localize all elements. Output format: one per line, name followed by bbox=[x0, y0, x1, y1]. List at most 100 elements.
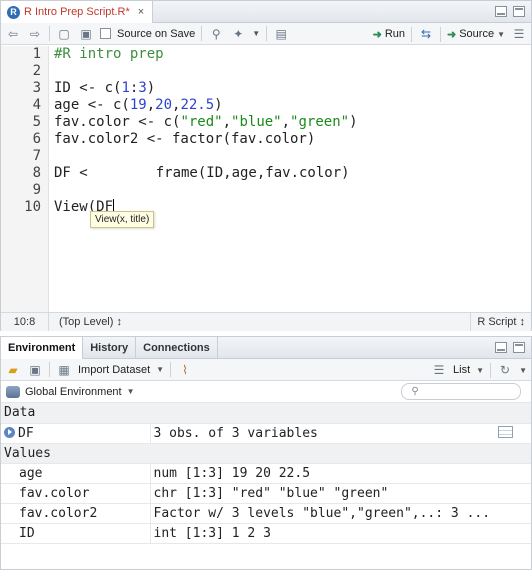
code-token: , bbox=[222, 114, 232, 130]
minimize-pane-icon[interactable] bbox=[495, 6, 507, 17]
table-row[interactable]: ID int [1:3] 1 2 3 bbox=[1, 523, 531, 544]
editor-tabbar: R R Intro Prep Script.R* × bbox=[1, 1, 531, 23]
line-number: 8 bbox=[32, 165, 41, 181]
list-view-icon: ☰ bbox=[433, 363, 445, 377]
section-header-data: Data bbox=[1, 403, 531, 424]
code-token: frame(ID,age,fav.color) bbox=[155, 165, 350, 181]
environment-toolbar-right: ☰ List ▼ ↻ ▼ bbox=[431, 362, 527, 378]
save-icon[interactable]: ▣ bbox=[78, 26, 94, 42]
code-line: 6 fav.color2 <- factor(fav.color) bbox=[1, 131, 531, 148]
code-text: fav.color2 <- factor(fav.color) bbox=[54, 131, 316, 147]
chevron-down-icon[interactable]: ▼ bbox=[476, 366, 484, 375]
back-arrow-icon[interactable]: ⇦ bbox=[5, 26, 21, 42]
run-button[interactable]: ➜ Run bbox=[373, 28, 405, 41]
chevron-down-icon[interactable]: ▼ bbox=[497, 30, 505, 39]
code-text: ID <- c(1:3) bbox=[54, 80, 155, 97]
refresh-icon[interactable]: ↻ bbox=[497, 362, 513, 378]
line-number: 6 bbox=[32, 131, 41, 147]
table-row[interactable]: fav.color chr [1:3] "red" "blue" "green" bbox=[1, 483, 531, 504]
rerun-icon[interactable]: ⇆ bbox=[418, 26, 434, 42]
run-arrow-icon: ➜ bbox=[372, 28, 382, 41]
save-icon[interactable]: ▣ bbox=[27, 362, 43, 378]
chevron-down-icon[interactable]: ▼ bbox=[127, 387, 135, 396]
toolbar-divider bbox=[49, 26, 50, 41]
run-label: Run bbox=[384, 28, 405, 40]
maximize-pane-icon[interactable] bbox=[513, 6, 525, 17]
code-lines: 1 #R intro prep 2 3 ID <- c(1:3) 4 age <- c… bbox=[1, 46, 531, 216]
view-mode-selector[interactable]: List bbox=[453, 364, 470, 376]
editor-statusbar: 10:8 (Top Level) ↕ R Script ↕ bbox=[1, 312, 531, 331]
environment-scope-selector[interactable]: Global Environment bbox=[25, 386, 122, 398]
document-outline-icon[interactable]: ☰ bbox=[511, 26, 527, 42]
tab-connections[interactable]: Connections bbox=[136, 337, 218, 359]
chevron-down-icon[interactable]: ▼ bbox=[156, 365, 164, 374]
table-row[interactable]: fav.color2 Factor w/ 3 levels "blue","gr… bbox=[1, 503, 531, 524]
chevron-down-icon[interactable]: ▼ bbox=[519, 366, 527, 375]
expand-arrow-icon[interactable] bbox=[4, 426, 15, 438]
variable-value: 3 obs. of 3 variables bbox=[153, 425, 318, 441]
source-on-save-label: Source on Save bbox=[117, 27, 196, 40]
toolbar-divider bbox=[440, 26, 441, 42]
compile-report-icon[interactable]: ▤ bbox=[273, 26, 289, 42]
table-row[interactable]: DF 3 obs. of 3 variables bbox=[1, 423, 531, 444]
minimize-pane-icon[interactable] bbox=[495, 342, 507, 353]
import-dataset-button[interactable]: Import Dataset bbox=[78, 364, 150, 376]
load-workspace-icon[interactable]: ▰ bbox=[5, 362, 21, 378]
tab-environment[interactable]: Environment bbox=[1, 337, 84, 359]
view-data-grid-icon[interactable] bbox=[498, 425, 513, 438]
line-number: 5 bbox=[32, 114, 41, 130]
toolbar-divider bbox=[201, 26, 203, 41]
code-line: 1 #R intro prep bbox=[1, 46, 531, 63]
variable-name: age bbox=[1, 463, 151, 484]
line-number: 7 bbox=[32, 148, 41, 164]
line-number: 9 bbox=[32, 182, 41, 198]
code-number: 20 bbox=[155, 97, 173, 113]
code-token: ) bbox=[214, 97, 223, 113]
line-number: 2 bbox=[32, 63, 41, 79]
show-in-window-icon[interactable]: ▢ bbox=[56, 26, 72, 42]
code-token: fav.color <- c( bbox=[54, 114, 181, 130]
code-number: 19 bbox=[129, 97, 147, 113]
toolbar-divider bbox=[266, 26, 268, 41]
code-editor[interactable]: 1 #R intro prep 2 3 ID <- c(1:3) 4 age <- c… bbox=[1, 46, 531, 312]
variable-value-cell: 3 obs. of 3 variables bbox=[150, 423, 531, 444]
toolbar-divider bbox=[411, 26, 412, 42]
code-line: 7 bbox=[1, 148, 531, 165]
section-label: Data bbox=[1, 403, 531, 424]
code-line: 5 fav.color <- c("red","blue","green") bbox=[1, 114, 531, 131]
editor-tab-script[interactable]: R R Intro Prep Script.R* × bbox=[1, 1, 154, 23]
import-dataset-icon: ▦ bbox=[58, 362, 70, 377]
section-label: Values bbox=[1, 443, 531, 464]
source-editor-pane: R R Intro Prep Script.R* × ⇦ ⇨ ▢ ▣ Sourc… bbox=[0, 0, 532, 331]
code-token: , bbox=[281, 114, 291, 130]
chevron-down-icon[interactable]: ▼ bbox=[252, 29, 260, 38]
maximize-pane-icon[interactable] bbox=[513, 342, 525, 353]
line-number: 1 bbox=[32, 46, 41, 62]
toolbar-divider bbox=[49, 362, 50, 377]
environment-tabbar: Environment History Connections bbox=[1, 337, 531, 359]
variable-value: Factor w/ 3 levels "blue","green",..: 3 … bbox=[150, 503, 531, 524]
broom-icon[interactable]: ⌇ bbox=[177, 362, 193, 378]
code-text: age <- c(19,20,22.5) bbox=[54, 97, 223, 114]
code-token: DF < bbox=[54, 165, 88, 181]
file-type-selector[interactable]: R Script ↕ bbox=[470, 313, 525, 331]
environment-icon bbox=[6, 385, 20, 398]
variable-name-cell: DF bbox=[1, 423, 151, 444]
cursor-position: 10:8 bbox=[1, 313, 49, 331]
forward-arrow-icon[interactable]: ⇨ bbox=[27, 26, 43, 42]
scope-selector[interactable]: (Top Level) ↕ bbox=[49, 316, 122, 328]
magic-wand-icon[interactable]: ✦ bbox=[230, 26, 246, 42]
code-text: fav.color <- c("red","blue","green") bbox=[54, 114, 358, 131]
search-icon[interactable]: ⚲ bbox=[208, 26, 224, 42]
table-row[interactable]: age num [1:3] 19 20 22.5 bbox=[1, 463, 531, 484]
code-string: "blue" bbox=[231, 114, 282, 130]
source-button[interactable]: ➜ Source ▼ bbox=[447, 28, 505, 41]
variable-value: chr [1:3] "red" "blue" "green" bbox=[150, 483, 531, 504]
source-on-save-checkbox[interactable] bbox=[100, 28, 111, 39]
environment-search-input[interactable]: ⚲ bbox=[401, 383, 521, 400]
code-token: ID <- c( bbox=[54, 80, 122, 96]
tab-history[interactable]: History bbox=[83, 337, 137, 359]
line-number: 10 bbox=[24, 199, 41, 215]
line-number: 3 bbox=[32, 80, 41, 96]
close-icon[interactable]: × bbox=[138, 6, 144, 18]
